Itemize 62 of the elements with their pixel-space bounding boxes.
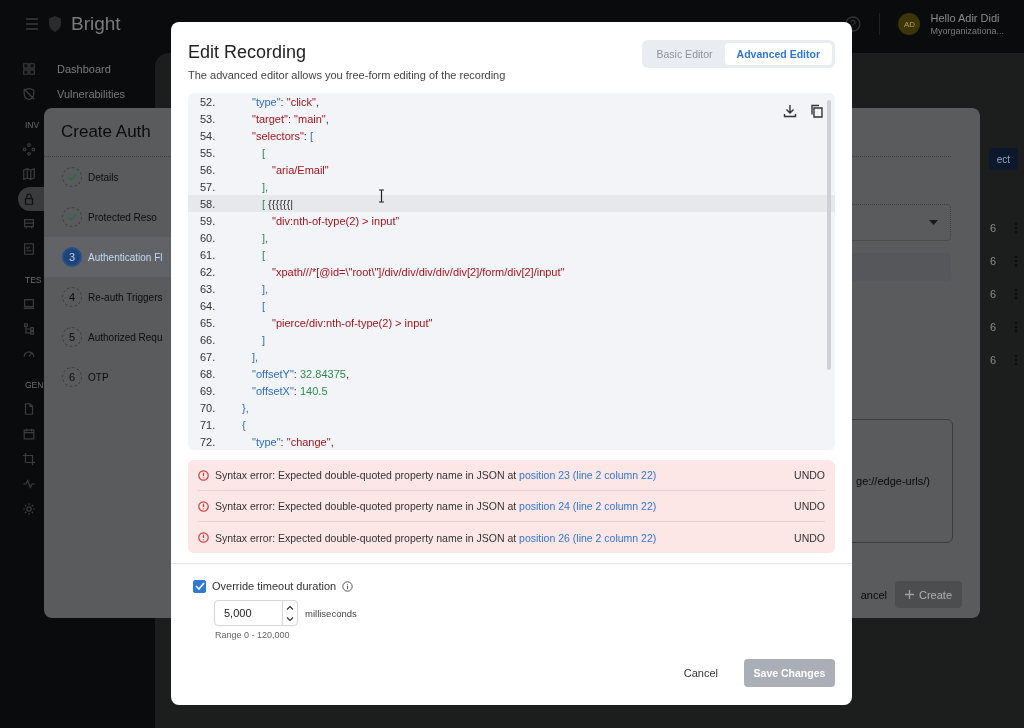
error-message: Syntax error: Expected double-quoted property name in JSON at position 23 (line 2 column 22)	[215, 469, 658, 481]
code-line: "pierce/div:nth-of-type(2) > input"	[271, 316, 433, 329]
code-line: {	[241, 418, 246, 431]
code-line: },	[241, 401, 249, 414]
table-cell: 6	[989, 287, 996, 300]
organization-name: Myorganizationa...	[930, 26, 1004, 36]
line-number: 54.	[200, 129, 217, 142]
line-number: 68.	[200, 367, 217, 380]
line-number: 67.	[200, 350, 217, 363]
code-line: "div:nth-of-type(2) > input”	[271, 214, 400, 227]
code-line: ],	[261, 282, 269, 295]
line-number: 60.	[200, 231, 217, 244]
brand-name: Bright	[71, 13, 121, 35]
line-number: 58.	[200, 197, 217, 210]
line-number: 70.	[200, 401, 217, 414]
line-number: 53.	[200, 112, 217, 125]
code-line: "selectors": [	[251, 129, 313, 142]
user-greeting: Hello Adir Didi	[930, 12, 1001, 24]
line-number: 64.	[200, 299, 217, 312]
line-number: 52.	[200, 95, 217, 108]
code-line: "xpath///*[@id=\"root\"]/div/div/div/div/div[2]/form/div[2]/input"	[271, 265, 565, 278]
code-line: "type": "click",	[251, 95, 319, 108]
code-line: [	[261, 299, 266, 312]
section-heading: INV	[25, 120, 40, 130]
code-line: "offsetX": 140.5	[251, 384, 328, 397]
line-number: 71.	[200, 418, 217, 431]
error-message: Syntax error: Expected double-quoted property name in JSON at position 24 (line 2 column 22)	[215, 500, 658, 512]
line-number: 59.	[200, 214, 217, 227]
line-number: 56.	[200, 163, 217, 176]
code-line: ]	[261, 333, 266, 346]
unit-label: milliseconds	[305, 607, 357, 619]
code-line: ],	[261, 231, 269, 244]
line-number: 57.	[200, 180, 217, 193]
line-number: 72.	[200, 435, 217, 448]
section-heading: GEN	[25, 380, 44, 390]
line-number: 61.	[200, 248, 217, 261]
range-hint: Range 0 - 120,000	[215, 630, 290, 640]
modal-subtitle: The advanced editor allows you free-form editing of the recording	[188, 69, 506, 81]
line-number: 55.	[200, 146, 217, 159]
section-heading: TES	[25, 275, 42, 285]
line-number: 63.	[200, 282, 217, 295]
code-line: [ {{{{{{|	[261, 197, 294, 210]
table-cell: 6	[989, 353, 996, 366]
table-cell: 6	[989, 254, 996, 267]
table-cell: 6	[989, 221, 996, 234]
table-cell: 6	[989, 320, 996, 333]
code-line: ],	[261, 180, 269, 193]
error-message: Syntax error: Expected double-quoted property name in JSON at position 26 (line 2 column 22)	[215, 531, 658, 544]
code-line: [	[261, 146, 266, 159]
code-line: "offsetY": 32.84375,	[251, 367, 349, 380]
dialog-title: Create Auth	[61, 122, 151, 142]
code-line: "aria/Email"	[271, 163, 329, 176]
code-line: "target": "main",	[251, 112, 329, 125]
code-line: "type": "change",	[251, 435, 334, 448]
line-number: 62.	[200, 265, 217, 278]
line-number: 69.	[200, 384, 217, 397]
line-number: 66.	[200, 333, 217, 346]
line-number: 65.	[200, 316, 217, 329]
checkbox-label: Override timeout duration	[212, 580, 337, 592]
modal-title: Edit Recording	[188, 42, 307, 62]
code-line: [	[261, 248, 266, 261]
code-line: ],	[251, 350, 259, 363]
